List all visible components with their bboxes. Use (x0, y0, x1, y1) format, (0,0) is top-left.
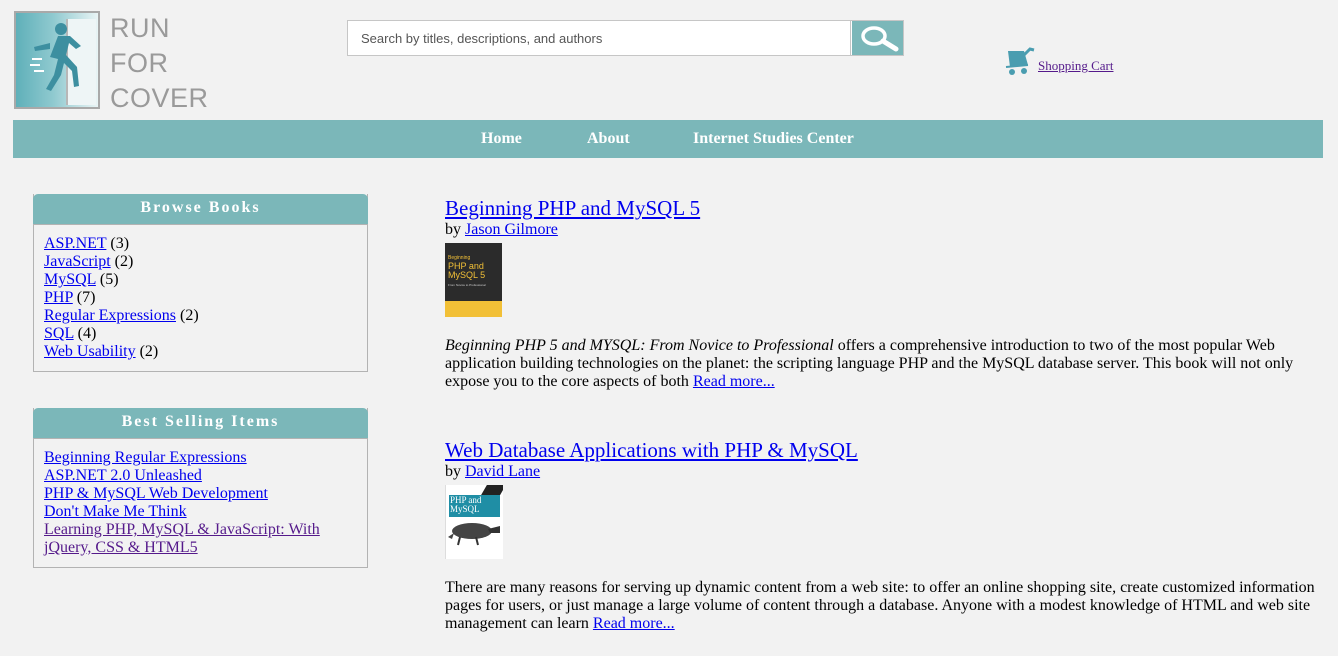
book-entry: Beginning PHP and MySQL 5 by Jason Gilmo… (445, 197, 1325, 391)
category-link-mysql[interactable]: MySQL (44, 271, 96, 288)
shopping-cart[interactable]: Shopping Cart (1002, 47, 1113, 77)
nav-home[interactable]: Home (481, 120, 522, 158)
bestseller-link[interactable]: Learning PHP, MySQL & JavaScript: With j… (44, 521, 320, 556)
category-link-web-usability[interactable]: Web Usability (44, 343, 136, 360)
category-link-sql[interactable]: SQL (44, 325, 74, 342)
logo-text: RUN FOR COVER (110, 13, 209, 113)
category-item: PHP (7) (44, 289, 96, 306)
list-item: Don't Make Me Think (44, 503, 357, 521)
bestseller-link[interactable]: ASP.NET 2.0 Unleashed (44, 467, 202, 484)
best-selling-panel: Best Selling Items Beginning Regular Exp… (33, 408, 368, 568)
category-item: ASP.NET (3) (44, 235, 130, 252)
read-more-link[interactable]: Read more... (693, 373, 775, 390)
category-item: Regular Expressions (2) (44, 307, 199, 324)
best-selling-title: Best Selling Items (33, 408, 368, 439)
category-link-php[interactable]: PHP (44, 289, 73, 306)
book-author-line: by David Lane (445, 463, 541, 480)
search-input[interactable] (348, 21, 851, 55)
category-item: Web Usability (2) (44, 343, 159, 360)
list-item: Learning PHP, MySQL & JavaScript: With j… (44, 521, 334, 557)
book-cover-image[interactable]: Beginning PHP and MySQL 5 From Novice to… (445, 243, 502, 317)
search-button[interactable] (852, 21, 903, 55)
category-link-aspnet[interactable]: ASP.NET (44, 235, 106, 252)
book-cover-image[interactable]: PHP and MySQL (445, 485, 503, 559)
magnifier-icon (861, 26, 899, 52)
category-link-javascript[interactable]: JavaScript (44, 253, 111, 270)
category-item: MySQL (5) (44, 271, 119, 288)
author-link[interactable]: David Lane (465, 463, 540, 480)
browse-books-panel: Browse Books ASP.NET (3) JavaScript (2) … (33, 194, 368, 372)
running-man-icon (30, 23, 81, 91)
site-logo[interactable]: RUN FOR COVER (14, 11, 208, 113)
platypus-illustration (448, 523, 500, 546)
best-selling-list: Beginning Regular Expressions ASP.NET 2.… (34, 439, 367, 565)
bestseller-link[interactable]: Beginning Regular Expressions (44, 449, 247, 466)
nav-internet-studies-center[interactable]: Internet Studies Center (693, 120, 854, 158)
category-item: JavaScript (2) (44, 253, 134, 270)
list-item: PHP & MySQL Web Development (44, 485, 357, 503)
book-title-link[interactable]: Beginning PHP and MySQL 5 (445, 197, 700, 219)
nav-about[interactable]: About (587, 120, 630, 158)
book-entry: Web Database Applications with PHP & MyS… (445, 439, 1325, 633)
category-list: ASP.NET (3) JavaScript (2) MySQL (5) PHP… (34, 225, 367, 369)
shopping-cart-link[interactable]: Shopping Cart (1038, 58, 1113, 74)
book-author-line: by Jason Gilmore (445, 221, 558, 238)
category-item: SQL (4) (44, 325, 97, 342)
book-title-link[interactable]: Web Database Applications with PHP & MyS… (445, 439, 858, 461)
cart-icon[interactable] (1002, 47, 1036, 77)
author-link[interactable]: Jason Gilmore (465, 221, 558, 238)
read-more-link[interactable]: Read more... (593, 615, 675, 632)
search-bar (347, 20, 904, 56)
category-link-regular-expressions[interactable]: Regular Expressions (44, 307, 176, 324)
main-nav: Home About Internet Studies Center (13, 120, 1323, 158)
list-item: Beginning Regular Expressions (44, 449, 357, 467)
bestseller-link[interactable]: Don't Make Me Think (44, 503, 187, 520)
bestseller-link[interactable]: PHP & MySQL Web Development (44, 485, 268, 502)
logo-door-graphic (14, 11, 100, 109)
book-description: Beginning PHP 5 and MYSQL: From Novice t… (445, 337, 1294, 390)
browse-books-title: Browse Books (33, 194, 368, 225)
list-item: ASP.NET 2.0 Unleashed (44, 467, 357, 485)
book-description: There are many reasons for serving up dy… (445, 579, 1315, 632)
